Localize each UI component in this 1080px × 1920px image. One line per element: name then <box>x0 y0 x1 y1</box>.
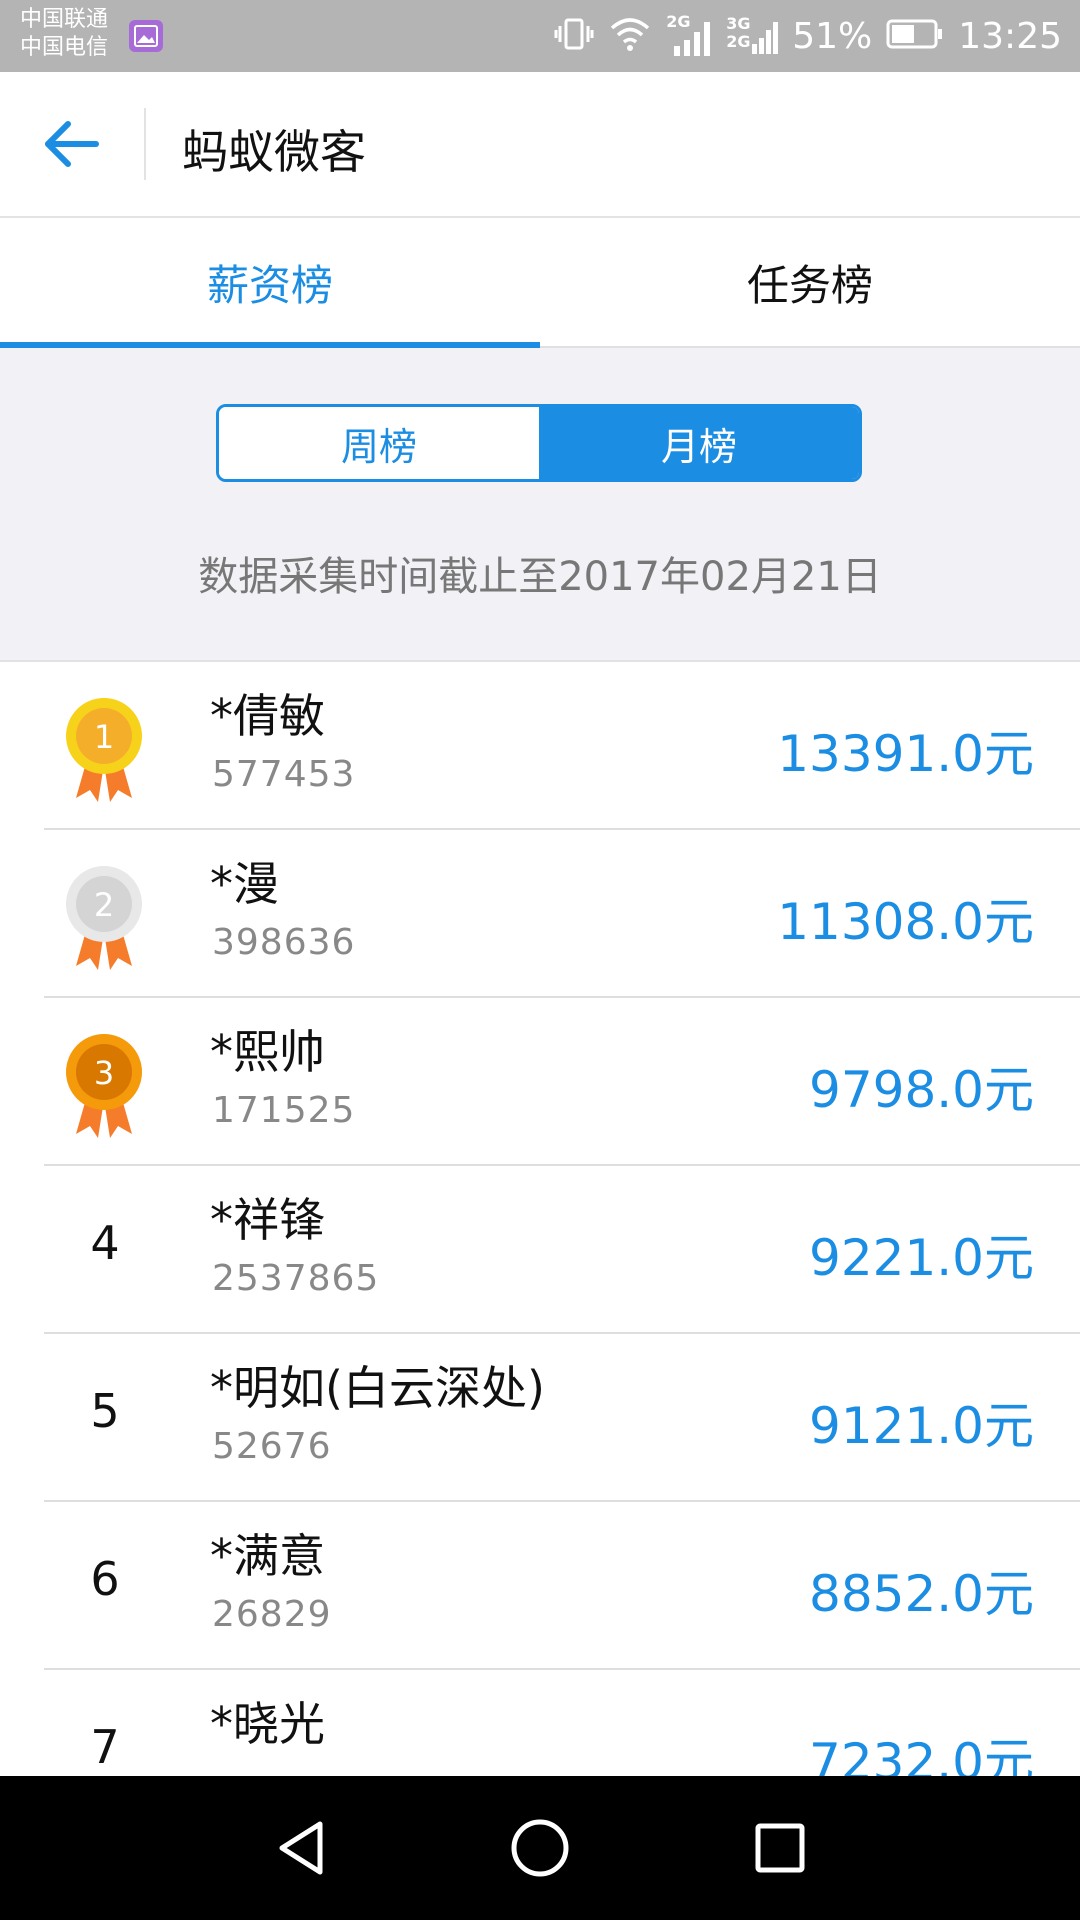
ranking-row[interactable]: 4 *祥锋 2537865 9221.0元 <box>0 1166 1080 1334</box>
ranking-row[interactable]: 7 *晓光 7232.0元 <box>0 1670 1080 1776</box>
ranking-row[interactable]: 5 *明如(白云深处) 52676 9121.0元 <box>0 1334 1080 1502</box>
user-name: *满意 <box>210 1529 325 1583</box>
salary-amount: 8852.0元 <box>809 1565 1034 1623</box>
ranking-row[interactable]: 6 *满意 26829 8852.0元 <box>0 1502 1080 1670</box>
user-name: *熙帅 <box>210 1025 325 1079</box>
signal-1-icon: 2G <box>666 12 712 60</box>
status-bar: 中国联通 中国电信 2G 3G 2G 51% 13:25 <box>0 0 1080 72</box>
clock: 13:25 <box>958 15 1062 57</box>
app-header: 蚂蚁微客 <box>0 72 1080 218</box>
ranking-list[interactable]: 1 *倩敏 577453 13391.0元 2 *漫 398636 11308.… <box>0 662 1080 1776</box>
carrier-2: 中国电信 <box>20 35 109 60</box>
nav-recents-button[interactable] <box>710 1776 850 1920</box>
gold-medal-icon: 1 <box>50 694 158 806</box>
medal-rank-text: 1 <box>94 718 114 756</box>
tab-salary[interactable]: 薪资榜 <box>0 218 540 346</box>
user-name: *晓光 <box>210 1697 325 1751</box>
medal-rank-text: 2 <box>94 886 114 924</box>
user-id: 52676 <box>212 1426 332 1467</box>
triangle-back-icon <box>279 1821 323 1875</box>
salary-amount: 9121.0元 <box>809 1397 1034 1455</box>
rank-number: 7 <box>90 1720 120 1774</box>
carrier-1: 中国联通 <box>20 7 109 32</box>
signal-2-icon: 3G 2G <box>726 12 779 60</box>
salary-amount: 7232.0元 <box>809 1733 1034 1776</box>
nav-back-button[interactable] <box>232 1776 372 1920</box>
medal-rank-text: 3 <box>94 1054 114 1092</box>
battery-icon <box>886 19 944 53</box>
segment-weekly[interactable]: 周榜 <box>219 407 539 479</box>
rank-number: 5 <box>90 1384 120 1438</box>
user-id: 171525 <box>212 1090 356 1131</box>
user-id: 26829 <box>212 1594 332 1635</box>
data-cutoff-text: 数据采集时间截止至2017年02月21日 <box>198 554 882 600</box>
bronze-medal-icon: 3 <box>50 1030 158 1142</box>
ranking-row[interactable]: 2 *漫 398636 11308.0元 <box>0 830 1080 998</box>
user-id: 398636 <box>212 922 356 963</box>
user-name: *漫 <box>210 857 279 911</box>
user-name: *倩敏 <box>210 689 325 743</box>
salary-amount: 9221.0元 <box>809 1229 1034 1287</box>
segment-monthly[interactable]: 月榜 <box>539 407 859 479</box>
tab-task[interactable]: 任务榜 <box>540 218 1080 346</box>
user-id: 577453 <box>212 754 356 795</box>
vibrate-icon <box>554 14 594 58</box>
salary-amount: 11308.0元 <box>777 893 1034 951</box>
back-button[interactable] <box>40 114 104 174</box>
page-title: 蚂蚁微客 <box>182 125 366 179</box>
rank-number: 6 <box>90 1552 120 1606</box>
salary-amount: 9798.0元 <box>809 1061 1034 1119</box>
system-navigation-bar <box>0 1776 1080 1920</box>
circle-home-icon <box>511 1819 569 1877</box>
header-divider <box>144 108 146 180</box>
period-segmented-control: 周榜 月榜 <box>216 404 862 482</box>
wifi-icon <box>608 16 652 56</box>
status-icons: 2G 3G 2G 51% 13:25 <box>554 0 1062 72</box>
user-name: *明如(白云深处) <box>210 1361 545 1415</box>
user-id: 2537865 <box>212 1258 380 1299</box>
gallery-notification-icon <box>129 20 163 52</box>
salary-amount: 13391.0元 <box>777 725 1034 783</box>
square-recents-icon <box>755 1823 805 1873</box>
nav-home-button[interactable] <box>470 1776 610 1920</box>
battery-percent: 51% <box>792 15 873 57</box>
ranking-row[interactable]: 3 *熙帅 171525 9798.0元 <box>0 998 1080 1166</box>
back-arrow-icon <box>45 121 99 167</box>
user-name: *祥锋 <box>210 1193 325 1247</box>
filter-area: 周榜 月榜 数据采集时间截止至2017年02月21日 <box>0 348 1080 662</box>
ranking-tabs: 薪资榜 任务榜 <box>0 218 1080 348</box>
ranking-row[interactable]: 1 *倩敏 577453 13391.0元 <box>0 662 1080 830</box>
carrier-labels: 中国联通 中国电信 <box>20 6 108 62</box>
silver-medal-icon: 2 <box>50 862 158 974</box>
rank-number: 4 <box>90 1216 120 1270</box>
